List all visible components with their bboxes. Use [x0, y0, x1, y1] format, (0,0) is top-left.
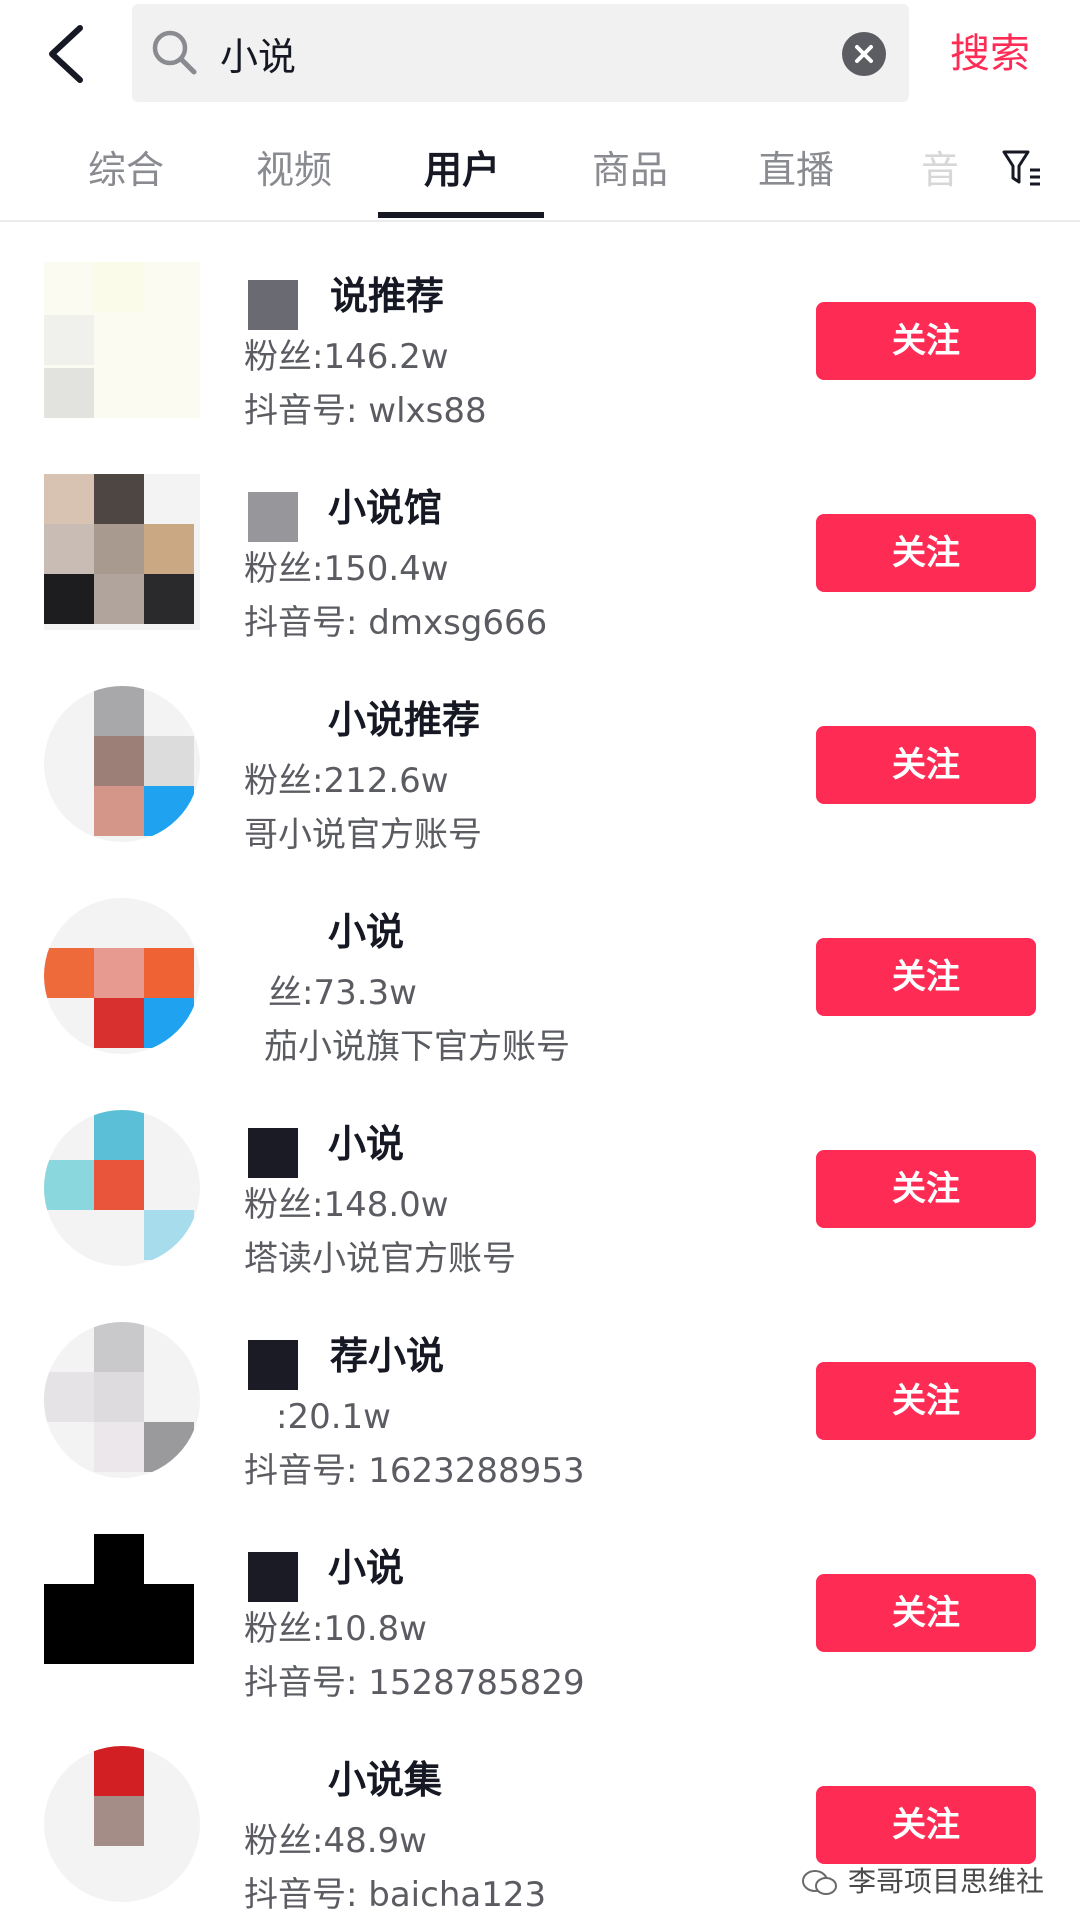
- user-subtitle: 抖音号: 1528785829: [244, 1663, 585, 1703]
- follow-button[interactable]: 关注: [816, 1150, 1036, 1228]
- fans-count: 粉丝:150.4w: [244, 549, 449, 589]
- user-name: 小说馆: [328, 486, 443, 530]
- follow-button[interactable]: 关注: [816, 514, 1036, 592]
- avatar: [44, 262, 200, 418]
- user-subtitle: 抖音号: baicha123: [244, 1875, 547, 1915]
- tab-videos[interactable]: 视频: [224, 140, 364, 200]
- avatar: [44, 898, 200, 1054]
- follow-button[interactable]: 关注: [816, 302, 1036, 380]
- tab-products[interactable]: 商品: [560, 140, 700, 200]
- back-button[interactable]: [40, 22, 96, 86]
- list-item[interactable]: 荐小说 :20.1w 抖音号: 1623288953 关注: [0, 1282, 1080, 1494]
- tab-bar: 综合 视频 用户 商品 直播 音: [0, 110, 1080, 222]
- filter-icon: [1002, 150, 1040, 186]
- user-subtitle: 哥小说官方账号: [244, 815, 482, 855]
- tab-users[interactable]: 用户: [392, 140, 532, 200]
- user-name: 小说: [328, 910, 405, 954]
- avatar: [44, 1534, 200, 1690]
- follow-button[interactable]: 关注: [816, 1362, 1036, 1440]
- active-tab-indicator: [378, 212, 544, 218]
- user-name: 小说: [328, 1122, 405, 1166]
- follow-button[interactable]: 关注: [816, 726, 1036, 804]
- fans-count: 粉丝:146.2w: [244, 337, 449, 377]
- avatar: [44, 1110, 200, 1266]
- user-subtitle: 茄小说旗下官方账号: [264, 1027, 570, 1067]
- fans-count: 粉丝:48.9w: [244, 1821, 427, 1861]
- avatar: [44, 1322, 200, 1478]
- user-name: 荐小说: [330, 1334, 445, 1378]
- close-icon: [855, 45, 873, 63]
- user-name: 小说集: [328, 1758, 443, 1802]
- tab-music[interactable]: 音: [900, 140, 980, 200]
- follow-button[interactable]: 关注: [816, 1786, 1036, 1864]
- avatar: [44, 686, 200, 842]
- fans-count: 丝:73.3w: [268, 973, 417, 1013]
- follow-button[interactable]: 关注: [816, 1574, 1036, 1652]
- tab-live[interactable]: 直播: [726, 140, 866, 200]
- watermark-text: 李哥项目思维社: [848, 1865, 1045, 1898]
- fans-count: 粉丝:212.6w: [244, 761, 449, 801]
- list-item[interactable]: 小说 粉丝:148.0w 塔读小说官方账号 关注: [0, 1070, 1080, 1282]
- list-item[interactable]: 小说馆 粉丝:150.4w 抖音号: dmxsg666 关注: [0, 434, 1080, 646]
- tab-comprehensive[interactable]: 综合: [56, 140, 196, 200]
- follow-button[interactable]: 关注: [816, 938, 1036, 1016]
- chevron-left-icon: [49, 25, 83, 83]
- user-subtitle: 抖音号: wlxs88: [244, 391, 487, 431]
- user-subtitle: 抖音号: 1623288953: [244, 1451, 585, 1491]
- fans-count: 粉丝:148.0w: [244, 1185, 449, 1225]
- fans-count: 粉丝:10.8w: [244, 1609, 427, 1649]
- wechat-icon: [802, 1870, 837, 1895]
- list-item[interactable]: 小说推荐 粉丝:212.6w 哥小说官方账号 关注: [0, 646, 1080, 858]
- fans-count: :20.1w: [276, 1397, 391, 1437]
- filter-button[interactable]: [1000, 146, 1044, 190]
- clear-search-button[interactable]: [842, 32, 886, 76]
- user-subtitle: 抖音号: dmxsg666: [244, 603, 548, 643]
- search-input[interactable]: [220, 20, 820, 86]
- avatar: [44, 474, 200, 630]
- top-bar: 搜索: [0, 0, 1080, 110]
- user-name: 小说推荐: [328, 698, 481, 742]
- watermark: 李哥项目思维社: [800, 1862, 1044, 1902]
- search-icon: [152, 30, 197, 75]
- avatar: [44, 1746, 200, 1902]
- user-name: 小说: [328, 1546, 405, 1590]
- list-item[interactable]: 小说 丝:73.3w 茄小说旗下官方账号 关注: [0, 858, 1080, 1070]
- list-item[interactable]: 小说 粉丝:10.8w 抖音号: 1528785829 关注: [0, 1494, 1080, 1706]
- search-submit-button[interactable]: 搜索: [950, 24, 1030, 84]
- user-subtitle: 塔读小说官方账号: [244, 1239, 516, 1279]
- list-item[interactable]: 说推荐 粉丝:146.2w 抖音号: wlxs88 关注: [0, 222, 1080, 434]
- user-name: 说推荐: [330, 274, 445, 318]
